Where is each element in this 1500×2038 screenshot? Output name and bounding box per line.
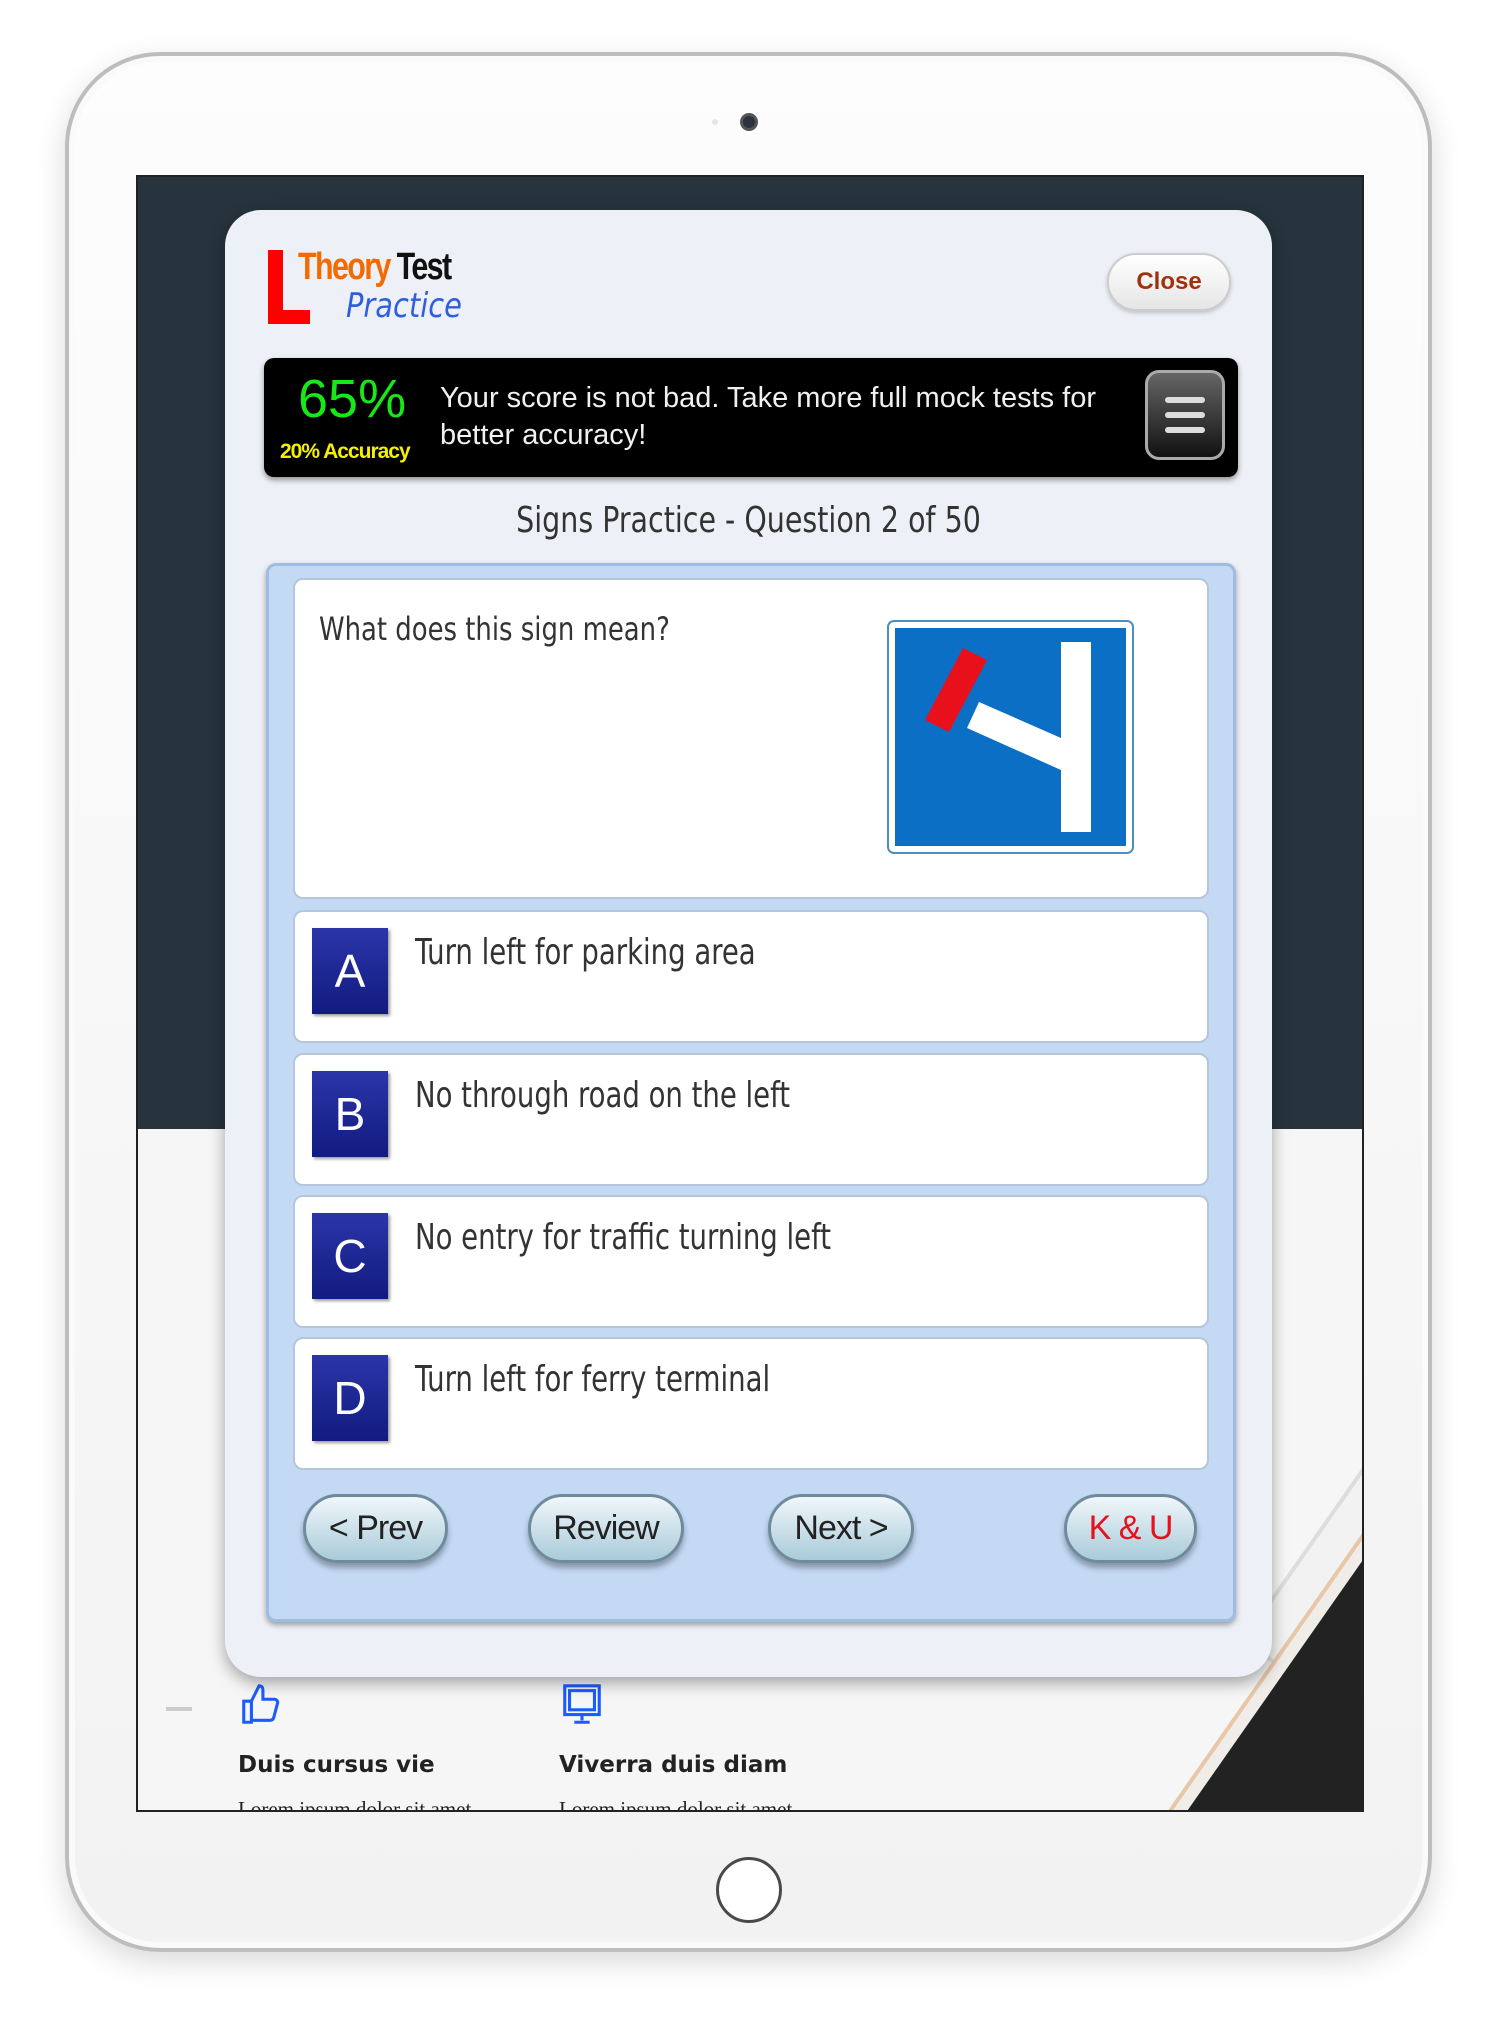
answer-letter: D xyxy=(312,1355,388,1441)
phone-mockup-image xyxy=(1150,1215,1362,1810)
score-message: Your score is not bad. Take more full mo… xyxy=(440,382,1097,451)
answer-option-d[interactable]: D Turn left for ferry terminal xyxy=(293,1337,1209,1470)
theory-test-logo: Theory Test Practice xyxy=(268,246,493,326)
tablet-sensor xyxy=(712,119,718,125)
feature-text: Lorem ipsum dolor sit amet, xyxy=(238,1797,477,1812)
tablet-screen: Duis cursus vie Lorem ipsum dolor sit am… xyxy=(136,175,1364,1812)
ku-button[interactable]: K & U xyxy=(1064,1494,1197,1563)
review-button[interactable]: Review xyxy=(528,1494,684,1563)
answer-text: No entry for traffic turning left xyxy=(415,1217,832,1258)
answer-option-c[interactable]: C No entry for traffic turning left xyxy=(293,1195,1209,1328)
question-box: What does this sign mean? xyxy=(293,578,1209,899)
thumbs-up-icon xyxy=(242,1684,280,1724)
question-text: What does this sign mean? xyxy=(319,610,670,648)
answer-letter: C xyxy=(312,1213,388,1299)
home-button[interactable] xyxy=(716,1857,782,1923)
question-title: Signs Practice - Question 2 of 50 xyxy=(516,500,981,541)
answer-letter: A xyxy=(312,928,388,1014)
feature-title: Viverra duis diam xyxy=(559,1752,788,1778)
prev-button[interactable]: < Prev xyxy=(303,1494,448,1563)
answer-option-a[interactable]: A Turn left for parking area xyxy=(293,910,1209,1043)
next-button[interactable]: Next > xyxy=(768,1494,914,1563)
feature-text: Lorem ipsum dolor sit amet, xyxy=(559,1797,798,1812)
answer-option-b[interactable]: B No through road on the left xyxy=(293,1053,1209,1186)
monitor-icon xyxy=(563,1684,601,1724)
close-button[interactable]: Close xyxy=(1107,253,1231,311)
no-through-road-left-sign xyxy=(887,620,1134,854)
feature-1: Duis cursus vie Lorem ipsum dolor sit am… xyxy=(238,1682,477,1810)
slider-dash xyxy=(166,1707,192,1711)
answer-text: No through road on the left xyxy=(415,1075,791,1116)
answer-text: Turn left for parking area xyxy=(415,932,756,973)
feature-title: Duis cursus vie xyxy=(238,1752,435,1778)
score-percent: 65% xyxy=(298,369,407,429)
feature-2: Viverra duis diam Lorem ipsum dolor sit … xyxy=(559,1682,798,1810)
answer-text: Turn left for ferry terminal xyxy=(415,1359,771,1400)
tablet-camera xyxy=(740,113,758,131)
answer-letter: B xyxy=(312,1071,388,1157)
quiz-modal: Theory Test Practice Close 65% 20% Accur… xyxy=(225,210,1272,1677)
question-panel: What does this sign mean? A Turn left fo… xyxy=(266,563,1236,1622)
score-bar: 65% 20% Accuracy Your score is not bad. … xyxy=(264,358,1238,477)
accuracy-label: 20% Accuracy xyxy=(280,440,411,463)
hamburger-menu-icon[interactable] xyxy=(1145,370,1225,460)
